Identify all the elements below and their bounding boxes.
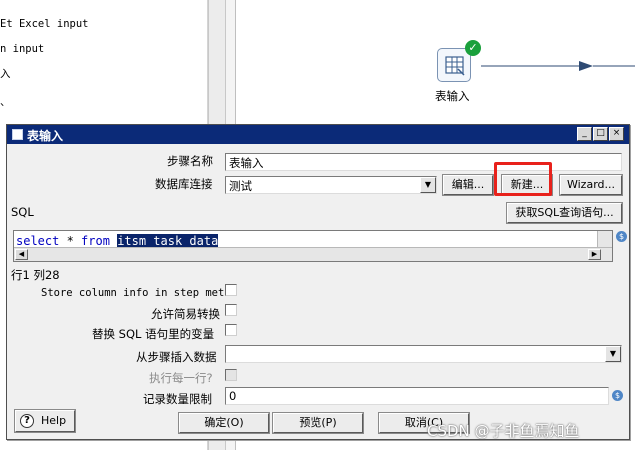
ok-button[interactable]: 确定(O): [178, 412, 270, 434]
lazy-conversion-checkbox[interactable]: [225, 304, 237, 316]
dialog-titlebar[interactable]: 表输入 _ □ ×: [7, 125, 629, 144]
execute-each-row-checkbox[interactable]: [225, 369, 237, 381]
scroll-right-icon[interactable]: ▶: [588, 249, 601, 260]
insert-from-step-select[interactable]: [225, 345, 622, 363]
dialog-title: 表输入: [27, 129, 64, 143]
close-button[interactable]: ×: [609, 127, 624, 141]
execute-each-row-label: 执行每一行?: [149, 371, 213, 385]
table-icon: [12, 129, 23, 140]
help-icon: ?: [20, 414, 34, 428]
sql-table-name: itsm_task_data: [117, 234, 219, 248]
limit-input[interactable]: 0: [225, 387, 609, 405]
lazy-conversion-label: 允许简易转换: [151, 307, 220, 321]
tree-item-partial[interactable]: 入: [0, 66, 11, 81]
wizard-button[interactable]: Wizard...: [559, 174, 623, 196]
sql-keyword-from: from: [81, 234, 110, 248]
replace-variables-checkbox[interactable]: [225, 324, 237, 336]
variable-icon: $: [616, 231, 627, 242]
tree-item-partial-2[interactable]: 、: [0, 94, 11, 109]
chevron-down-icon[interactable]: ▼: [420, 177, 436, 193]
help-label: Help: [41, 414, 67, 427]
highlight-annotation: [494, 162, 552, 196]
edit-connection-button[interactable]: 编辑...: [442, 174, 494, 196]
store-column-info-checkbox[interactable]: [225, 284, 237, 296]
db-connection-label: 数据库连接: [155, 177, 213, 191]
sql-star: *: [59, 234, 82, 248]
tree-item-input[interactable]: n input: [0, 43, 44, 55]
minimize-button[interactable]: _: [577, 127, 592, 141]
get-sql-button[interactable]: 获取SQL查询语句...: [506, 202, 623, 224]
cursor-position: 行1 列28: [11, 268, 60, 282]
step-name-label: 步骤名称: [167, 154, 213, 168]
sql-keyword-select: select: [16, 234, 60, 248]
db-connection-select[interactable]: 测试: [225, 176, 437, 194]
step-label: 表输入: [435, 89, 470, 103]
maximize-button[interactable]: □: [593, 127, 608, 141]
replace-variables-label: 替换 SQL 语句里的变量: [92, 327, 215, 341]
sql-horizontal-scrollbar[interactable]: ◀ ▶: [14, 247, 612, 261]
chevron-down-icon[interactable]: ▼: [605, 346, 621, 362]
scroll-left-icon[interactable]: ◀: [15, 249, 28, 260]
step-name-input[interactable]: 表输入: [225, 153, 622, 171]
sql-editor[interactable]: select * from itsm_task_data ◀ ▶: [13, 230, 613, 262]
variable-icon: $: [612, 390, 623, 401]
store-column-info-label: Store column info in step meta: [41, 287, 231, 299]
hop-arrow-icon[interactable]: [481, 59, 635, 73]
watermark: CSDN @子非鱼焉知鱼: [427, 422, 580, 440]
tree-item-excel-input[interactable]: Et Excel input: [0, 18, 89, 30]
preview-button[interactable]: 预览(P): [272, 412, 364, 434]
sql-label: SQL: [11, 205, 34, 219]
limit-label: 记录数量限制: [143, 392, 212, 406]
sql-vertical-scrollbar[interactable]: [597, 231, 612, 247]
sql-text: select * from itsm_task_data: [16, 234, 219, 248]
help-button[interactable]: ? Help: [14, 409, 76, 433]
check-icon: ✓: [465, 40, 481, 56]
insert-from-step-label: 从步骤插入数据: [136, 350, 217, 364]
